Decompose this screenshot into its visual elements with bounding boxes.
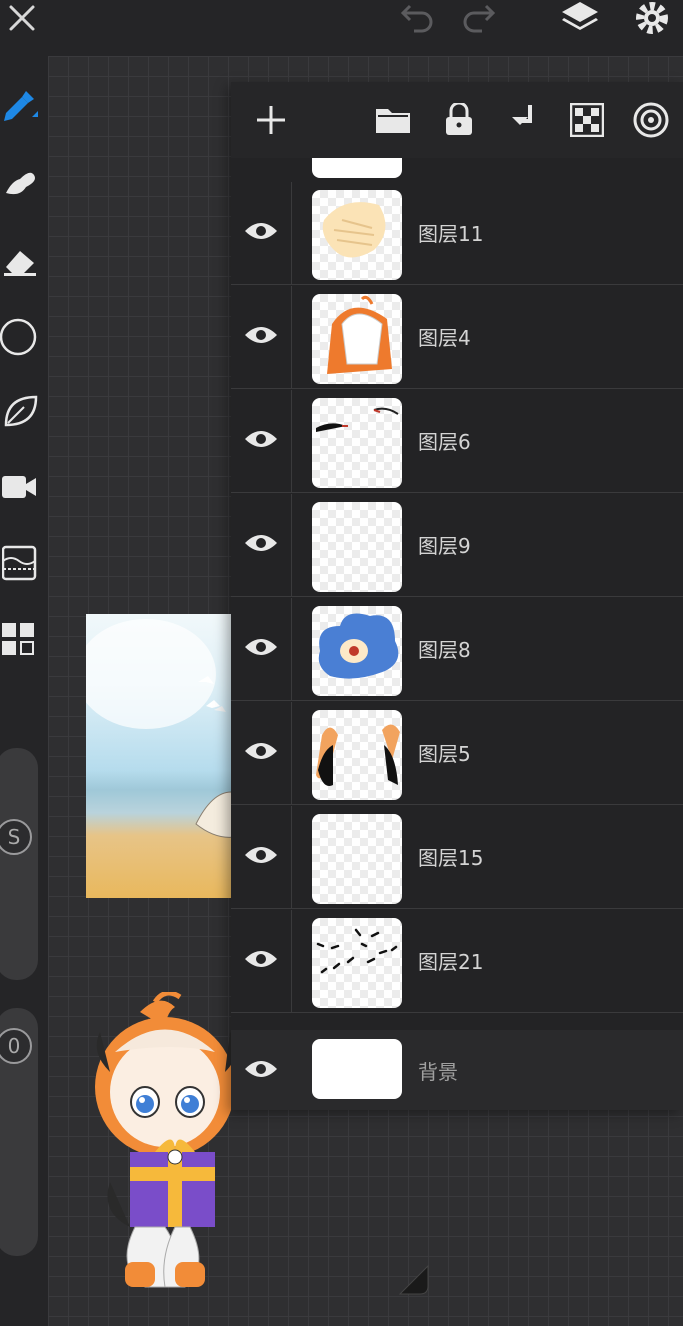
eye-icon[interactable]: [241, 424, 281, 454]
layer-thumbnail: [312, 294, 402, 384]
merge-down-icon[interactable]: [503, 100, 543, 140]
add-icon[interactable]: [251, 100, 291, 140]
layer-row[interactable]: 图层5: [231, 702, 683, 805]
row-divider: [291, 910, 292, 1012]
smudge-icon[interactable]: [0, 156, 40, 206]
layer-row[interactable]: 图层4: [231, 286, 683, 389]
eye-icon[interactable]: [241, 528, 281, 558]
gear-icon[interactable]: [632, 0, 672, 36]
layer-row[interactable]: 图层21: [231, 910, 683, 1013]
eye-icon[interactable]: [241, 840, 281, 870]
layer-thumbnail: [312, 190, 402, 280]
eye-icon[interactable]: [241, 944, 281, 974]
eye-icon[interactable]: [241, 1054, 281, 1084]
circle-icon[interactable]: [0, 312, 40, 362]
layer-name: 图层5: [418, 742, 471, 766]
filter-icon[interactable]: [0, 538, 40, 588]
row-divider: [291, 390, 292, 492]
eye-icon[interactable]: [241, 320, 281, 350]
grid-icon[interactable]: [0, 614, 40, 664]
layer-thumbnail: [312, 606, 402, 696]
layer-name: 图层9: [418, 534, 471, 558]
layer-name: 图层6: [418, 430, 471, 454]
target-icon[interactable]: [631, 100, 671, 140]
layer-thumbnail: [312, 918, 402, 1008]
leaf-icon[interactable]: [0, 386, 40, 436]
layer-thumbnail: [312, 710, 402, 800]
layer-toolbar: [231, 82, 683, 158]
layer-row[interactable]: 图层6: [231, 390, 683, 493]
layer-thumbnail: [312, 814, 402, 904]
layers-icon[interactable]: [560, 0, 600, 36]
row-divider: [291, 702, 292, 804]
redo-icon[interactable]: [460, 0, 500, 36]
layer-panel: 图层11 图层4 图层6 图层9 图层8 图层5 图层15 图层21 背景: [231, 82, 683, 1110]
layer-name: 背景: [418, 1060, 458, 1084]
layer-name: 图层8: [418, 638, 471, 662]
layer-row[interactable]: 图层9: [231, 494, 683, 597]
layer-row[interactable]: 图层11: [231, 182, 683, 285]
layer-thumbnail: [312, 502, 402, 592]
layer-row[interactable]: 图层15: [231, 806, 683, 909]
eye-icon[interactable]: [241, 216, 281, 246]
row-divider: [291, 182, 292, 284]
pen-icon[interactable]: [0, 78, 40, 128]
row-divider: [291, 286, 292, 388]
row-divider: [291, 494, 292, 596]
row-divider: [291, 806, 292, 908]
layer-thumbnail: [312, 398, 402, 488]
checker-icon[interactable]: [567, 100, 607, 140]
camera-icon[interactable]: [0, 462, 40, 512]
layer-name: 图层21: [418, 950, 484, 974]
resize-handle-icon[interactable]: [396, 1262, 432, 1302]
brush-size-slider[interactable]: [0, 748, 38, 980]
row-divider: [291, 598, 292, 700]
top-bar: [0, 0, 683, 56]
layer-name: 图层4: [418, 326, 471, 350]
background-layer-row[interactable]: 背景: [231, 1030, 683, 1110]
layer-name: 图层11: [418, 222, 484, 246]
folder-icon[interactable]: [373, 100, 413, 140]
lock-icon[interactable]: [439, 100, 479, 140]
undo-icon[interactable]: [396, 0, 436, 36]
artwork-preview[interactable]: [86, 614, 246, 898]
tool-sidebar: S 0: [0, 56, 48, 1326]
layer-thumbnail: [312, 1039, 402, 1099]
layer-list[interactable]: 图层11 图层4 图层6 图层9 图层8 图层5 图层15 图层21: [231, 158, 683, 1110]
layer-row[interactable]: 图层8: [231, 598, 683, 701]
eye-icon[interactable]: [241, 632, 281, 662]
close-icon[interactable]: [4, 0, 40, 36]
layer-name: 图层15: [418, 846, 484, 870]
eraser-icon[interactable]: [0, 234, 40, 284]
layer-thumbnail-partial: [312, 158, 402, 178]
eye-icon[interactable]: [241, 736, 281, 766]
